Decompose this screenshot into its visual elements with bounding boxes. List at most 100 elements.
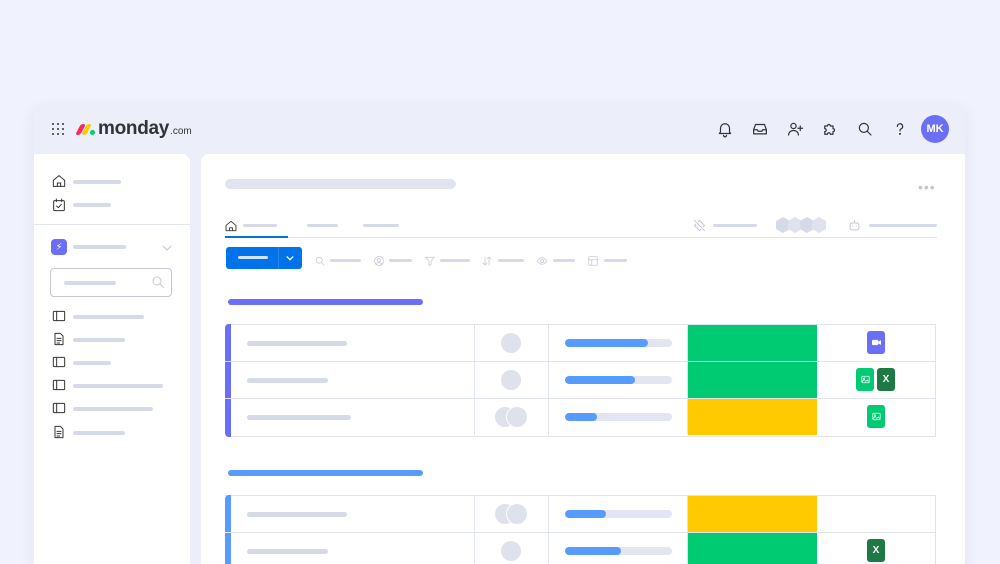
hide-eye-icon[interactable] xyxy=(536,254,548,266)
sort-icon[interactable] xyxy=(481,254,493,266)
person-cell[interactable] xyxy=(475,399,549,435)
table-row[interactable] xyxy=(225,496,935,533)
automations-hexagons-icon[interactable] xyxy=(775,216,831,234)
sidebar-item-board[interactable] xyxy=(73,384,163,388)
sidebar-item-my-work[interactable] xyxy=(73,203,111,207)
table-row[interactable]: X xyxy=(225,533,935,564)
monday-logo-mark-icon xyxy=(75,122,96,136)
new-item-button[interactable] xyxy=(226,247,302,269)
sidebar-search-input[interactable] xyxy=(50,268,172,297)
excel-file-icon[interactable]: X xyxy=(877,368,895,391)
search-icon[interactable] xyxy=(314,254,326,266)
status-cell[interactable] xyxy=(688,533,817,564)
status-cell[interactable] xyxy=(688,362,817,398)
image-file-icon[interactable] xyxy=(867,405,885,428)
app-window: monday .com MK ⚡ ••• X X xyxy=(34,105,965,564)
person-filter-icon[interactable] xyxy=(373,254,385,266)
automate-label[interactable] xyxy=(869,224,937,227)
excel-file-icon[interactable]: X xyxy=(867,539,885,562)
files-cell[interactable]: X xyxy=(817,533,935,564)
chevron-down-icon[interactable] xyxy=(159,240,175,256)
item-name-cell[interactable] xyxy=(231,399,475,435)
progress-bar xyxy=(565,339,672,347)
sidebar-item-board[interactable] xyxy=(73,407,153,411)
files-cell[interactable] xyxy=(817,325,935,361)
apps-marketplace-icon[interactable] xyxy=(816,115,844,143)
group-title[interactable] xyxy=(228,299,423,305)
doc-icon[interactable] xyxy=(51,424,67,440)
table-row[interactable] xyxy=(225,325,935,362)
progress-cell[interactable] xyxy=(549,362,688,398)
workspace-lightning-icon[interactable]: ⚡ xyxy=(51,239,67,255)
toolbar-search[interactable] xyxy=(330,259,361,262)
progress-cell[interactable] xyxy=(549,496,688,532)
sidebar-item-doc[interactable] xyxy=(73,431,125,435)
video-file-icon[interactable] xyxy=(867,331,885,354)
integrate-icon[interactable] xyxy=(692,218,707,233)
workspace-name[interactable] xyxy=(73,245,126,249)
board-icon[interactable] xyxy=(51,354,67,370)
filter-icon[interactable] xyxy=(424,254,436,266)
item-name-cell[interactable] xyxy=(231,496,475,532)
item-name-cell[interactable] xyxy=(231,325,475,361)
toolbar-hide[interactable] xyxy=(553,259,575,262)
board-title[interactable] xyxy=(225,179,456,189)
tab-view-2[interactable] xyxy=(307,224,338,227)
person-cell[interactable] xyxy=(475,496,549,532)
toolbar-group-by[interactable] xyxy=(604,259,627,262)
group-by-icon[interactable] xyxy=(587,254,599,266)
more-options-icon[interactable]: ••• xyxy=(918,179,936,195)
sidebar-item-board[interactable] xyxy=(73,315,144,319)
item-name-cell[interactable] xyxy=(231,362,475,398)
board-group: X xyxy=(225,495,936,564)
image-file-icon[interactable] xyxy=(856,368,874,391)
person-cell[interactable] xyxy=(475,362,549,398)
sidebar-item-home[interactable] xyxy=(73,180,121,184)
status-cell[interactable] xyxy=(688,496,817,532)
tab-view-3[interactable] xyxy=(363,224,399,227)
item-name xyxy=(247,415,351,420)
toolbar-person[interactable] xyxy=(389,259,412,262)
top-bar-actions: MK xyxy=(704,115,949,143)
item-name-cell[interactable] xyxy=(231,533,475,564)
user-avatar[interactable]: MK xyxy=(921,115,949,143)
person-cell[interactable] xyxy=(475,325,549,361)
tab-main-table[interactable] xyxy=(243,224,277,227)
progress-cell[interactable] xyxy=(549,399,688,435)
person-cell[interactable] xyxy=(475,533,549,564)
monday-logo[interactable]: monday .com xyxy=(75,118,192,140)
my-work-icon[interactable] xyxy=(51,197,67,213)
files-cell[interactable] xyxy=(817,496,935,532)
progress-cell[interactable] xyxy=(549,533,688,564)
board-icon[interactable] xyxy=(51,308,67,324)
chevron-down-icon[interactable] xyxy=(283,251,297,265)
search-icon[interactable] xyxy=(851,115,879,143)
inbox-icon[interactable] xyxy=(746,115,774,143)
table-row[interactable] xyxy=(225,399,935,436)
notifications-icon[interactable] xyxy=(711,115,739,143)
group-title[interactable] xyxy=(228,470,423,476)
toolbar-sort[interactable] xyxy=(498,259,524,262)
item-name xyxy=(247,549,328,554)
table-row[interactable]: X xyxy=(225,362,935,399)
invite-user-icon[interactable] xyxy=(781,115,809,143)
status-cell[interactable] xyxy=(688,399,817,435)
sidebar-item-board[interactable] xyxy=(73,361,111,365)
doc-icon[interactable] xyxy=(51,331,67,347)
home-icon[interactable] xyxy=(51,173,67,189)
files-cell[interactable] xyxy=(817,399,935,435)
sidebar-item-doc[interactable] xyxy=(73,338,125,342)
status-cell[interactable] xyxy=(688,325,817,361)
home-icon[interactable] xyxy=(224,219,238,233)
files-cell[interactable]: X xyxy=(817,362,935,398)
board-icon[interactable] xyxy=(51,377,67,393)
status-label xyxy=(688,362,817,398)
app-switcher-icon[interactable] xyxy=(52,123,64,135)
progress-fill xyxy=(565,547,621,555)
progress-cell[interactable] xyxy=(549,325,688,361)
integrate-label[interactable] xyxy=(713,224,757,227)
board-icon[interactable] xyxy=(51,400,67,416)
robot-icon[interactable] xyxy=(847,218,862,233)
help-icon[interactable] xyxy=(886,115,914,143)
toolbar-filter[interactable] xyxy=(440,259,470,262)
